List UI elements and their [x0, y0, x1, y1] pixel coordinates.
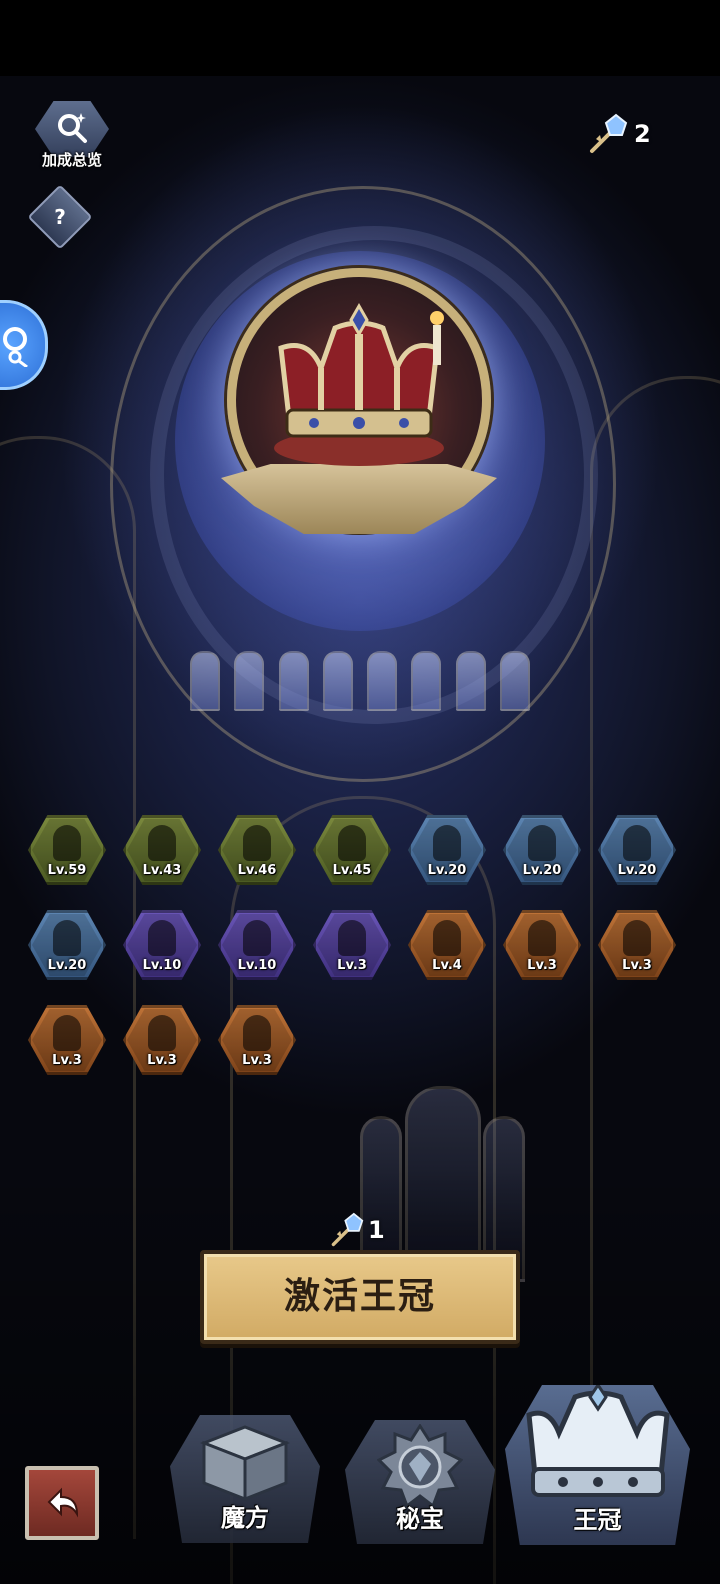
relic-level: Lv.4	[432, 958, 462, 973]
currency-display: 2	[588, 112, 651, 156]
tab-crown[interactable]: 王冠	[505, 1385, 690, 1545]
relic-level: Lv.20	[427, 863, 467, 878]
beast-head-icon	[243, 1015, 271, 1051]
tab-treasure[interactable]: 秘宝	[345, 1420, 495, 1544]
ghost-icon	[338, 825, 366, 861]
tab-crown-label: 王冠	[573, 1506, 622, 1534]
tab-cube-label: 魔方	[221, 1504, 269, 1532]
relic-level: Lv.46	[237, 863, 277, 878]
activation-cost: 1	[330, 1210, 385, 1250]
relic-slot[interactable]: Lv.59	[28, 815, 106, 885]
return-arrow-icon	[47, 1487, 79, 1518]
crown-icon	[148, 1015, 176, 1051]
relic-slot[interactable]: Lv.3	[123, 1005, 201, 1075]
relic-slot[interactable]: Lv.43	[123, 815, 201, 885]
crystal-key-icon	[590, 113, 628, 153]
wizard-hat-icon	[243, 920, 271, 956]
relic-slot[interactable]: Lv.46	[218, 815, 296, 885]
relic-slot[interactable]: Lv.20	[28, 910, 106, 980]
relic-level: Lv.10	[237, 958, 277, 973]
relic-level: Lv.20	[47, 958, 87, 973]
humanoid-silhouette-icon	[53, 825, 81, 861]
search-icon	[3, 327, 28, 367]
crown-icon	[526, 1385, 670, 1497]
relic-slot[interactable]: Lv.20	[408, 815, 486, 885]
bat-icon	[53, 1015, 81, 1051]
status-bar	[0, 0, 720, 76]
flame-icon	[528, 920, 556, 956]
relic-level: Lv.3	[622, 958, 652, 973]
activation-cost-count: 1	[368, 1216, 385, 1244]
top-hat-figure-icon	[243, 825, 271, 861]
creature-icon	[623, 920, 651, 956]
crystal-key-icon	[331, 1212, 364, 1247]
question-icon: ?	[54, 205, 66, 229]
bonus-overview-label: 加成总览	[41, 151, 102, 169]
relic-level: Lv.10	[142, 958, 182, 973]
relic-slot[interactable]: Lv.45	[313, 815, 391, 885]
crown-medallion[interactable]	[221, 268, 497, 558]
bunny-ears-icon	[338, 920, 366, 956]
relic-level: Lv.45	[332, 863, 372, 878]
tab-treasure-label: 秘宝	[396, 1505, 444, 1533]
relic-slot[interactable]: Lv.20	[503, 815, 581, 885]
relic-level: Lv.3	[242, 1053, 272, 1068]
activate-crown-button[interactable]: 激活王冠	[200, 1250, 520, 1344]
cube-icon	[200, 1425, 290, 1502]
relic-slot[interactable]: Lv.10	[123, 910, 201, 980]
fish-icon	[53, 920, 81, 956]
horned-helmet-icon	[148, 920, 176, 956]
mask-head-icon	[528, 825, 556, 861]
relic-level: Lv.20	[522, 863, 562, 878]
activate-crown-label: 激活王冠	[283, 1276, 436, 1317]
relic-level: Lv.20	[617, 863, 657, 878]
relic-level: Lv.3	[527, 958, 557, 973]
relic-level: Lv.59	[47, 863, 87, 878]
relic-slot[interactable]: Lv.3	[313, 910, 391, 980]
relic-level: Lv.3	[52, 1053, 82, 1068]
back-button[interactable]	[25, 1466, 99, 1540]
relic-slot[interactable]: Lv.3	[218, 1005, 296, 1075]
relic-level: Lv.43	[142, 863, 182, 878]
relic-level: Lv.3	[337, 958, 367, 973]
currency-count: 2	[634, 120, 651, 148]
dome-windows	[190, 651, 530, 711]
octopus-icon	[433, 920, 461, 956]
armor-icon	[623, 825, 651, 861]
relic-slot[interactable]: Lv.3	[503, 910, 581, 980]
relic-slot[interactable]: Lv.4	[408, 910, 486, 980]
royal-crown-icon	[274, 302, 444, 466]
tab-cube[interactable]: 魔方	[170, 1415, 320, 1543]
relic-slot[interactable]: Lv.3	[28, 1005, 106, 1075]
gem-emblem-icon	[377, 1424, 463, 1509]
bone-icon	[148, 825, 176, 861]
rabbit-icon	[433, 825, 461, 861]
relic-level: Lv.3	[147, 1053, 177, 1068]
bonus-overview-button[interactable]: 加成总览	[30, 101, 114, 171]
relic-slot[interactable]: Lv.3	[598, 910, 676, 980]
relic-slot[interactable]: Lv.20	[598, 815, 676, 885]
relic-slot[interactable]: Lv.10	[218, 910, 296, 980]
